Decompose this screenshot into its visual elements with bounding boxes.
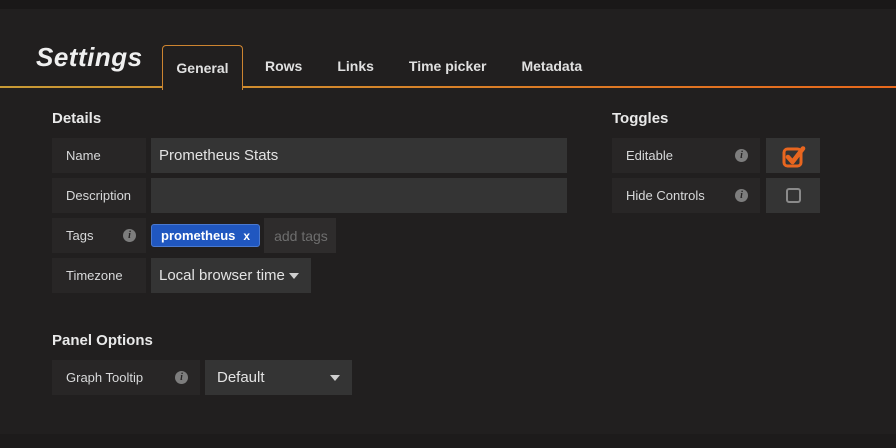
hide-controls-row: Hide Controls bbox=[612, 178, 820, 213]
hide-controls-label-cell: Hide Controls bbox=[612, 178, 760, 213]
description-field-wrap bbox=[151, 178, 567, 213]
tab-time-picker[interactable]: Time picker bbox=[409, 45, 487, 88]
graph-tooltip-dropdown[interactable]: Default bbox=[205, 360, 352, 395]
info-icon bbox=[735, 189, 748, 202]
graph-tooltip-label: Graph Tooltip bbox=[66, 370, 143, 385]
tab-metadata[interactable]: Metadata bbox=[521, 45, 582, 88]
chevron-down-icon bbox=[330, 375, 340, 381]
details-heading: Details bbox=[52, 110, 101, 127]
name-input[interactable] bbox=[151, 138, 567, 173]
timezone-value: Local browser time bbox=[159, 267, 285, 284]
editable-label-cell: Editable bbox=[612, 138, 760, 173]
tags-area: prometheus x bbox=[151, 218, 336, 253]
chevron-down-icon bbox=[289, 273, 299, 279]
panel-options-form: Graph Tooltip Default bbox=[52, 360, 352, 400]
toggles-form: Editable Hide Controls bbox=[612, 138, 820, 218]
graph-tooltip-label-cell: Graph Tooltip bbox=[52, 360, 200, 395]
top-edge-strip bbox=[0, 0, 896, 9]
name-label: Name bbox=[52, 138, 146, 173]
tab-links[interactable]: Links bbox=[337, 45, 374, 88]
settings-tabs: General Rows Links Time picker Metadata bbox=[162, 45, 617, 88]
timezone-row: Timezone Local browser time bbox=[52, 258, 567, 293]
description-input[interactable] bbox=[151, 178, 567, 213]
bottom-edge-strip bbox=[0, 434, 896, 448]
tab-general[interactable]: General bbox=[162, 45, 243, 90]
name-field-wrap bbox=[151, 138, 567, 173]
remove-tag-icon[interactable]: x bbox=[243, 229, 250, 243]
hide-controls-checkbox[interactable] bbox=[766, 178, 820, 213]
tags-label-cell: Tags bbox=[52, 218, 146, 253]
editable-checkbox[interactable] bbox=[766, 138, 820, 173]
tag-prometheus[interactable]: prometheus x bbox=[151, 224, 260, 247]
info-icon bbox=[123, 229, 136, 242]
settings-page: Settings General Rows Links Time picker … bbox=[0, 0, 896, 448]
description-row: Description bbox=[52, 178, 567, 213]
name-row: Name bbox=[52, 138, 567, 173]
details-form: Name Description Tags prometheus x bbox=[52, 138, 567, 298]
toggles-heading: Toggles bbox=[612, 110, 668, 127]
description-label: Description bbox=[52, 178, 146, 213]
unchecked-checkbox-icon bbox=[786, 188, 801, 203]
checked-checkbox-icon bbox=[781, 144, 805, 168]
add-tags-input[interactable] bbox=[264, 218, 336, 253]
editable-row: Editable bbox=[612, 138, 820, 173]
tab-rows[interactable]: Rows bbox=[265, 45, 302, 88]
info-icon bbox=[175, 371, 188, 384]
page-title: Settings bbox=[36, 42, 143, 73]
tags-row: Tags prometheus x bbox=[52, 218, 567, 253]
graph-tooltip-row: Graph Tooltip Default bbox=[52, 360, 352, 395]
timezone-label: Timezone bbox=[52, 258, 146, 293]
tags-label: Tags bbox=[66, 228, 93, 243]
editable-label: Editable bbox=[626, 148, 673, 163]
timezone-dropdown[interactable]: Local browser time bbox=[151, 258, 311, 293]
graph-tooltip-value: Default bbox=[217, 369, 265, 386]
tag-label: prometheus bbox=[161, 228, 235, 243]
panel-options-heading: Panel Options bbox=[52, 332, 153, 349]
hide-controls-label: Hide Controls bbox=[626, 188, 705, 203]
add-tags-field-wrap bbox=[264, 218, 336, 253]
info-icon bbox=[735, 149, 748, 162]
